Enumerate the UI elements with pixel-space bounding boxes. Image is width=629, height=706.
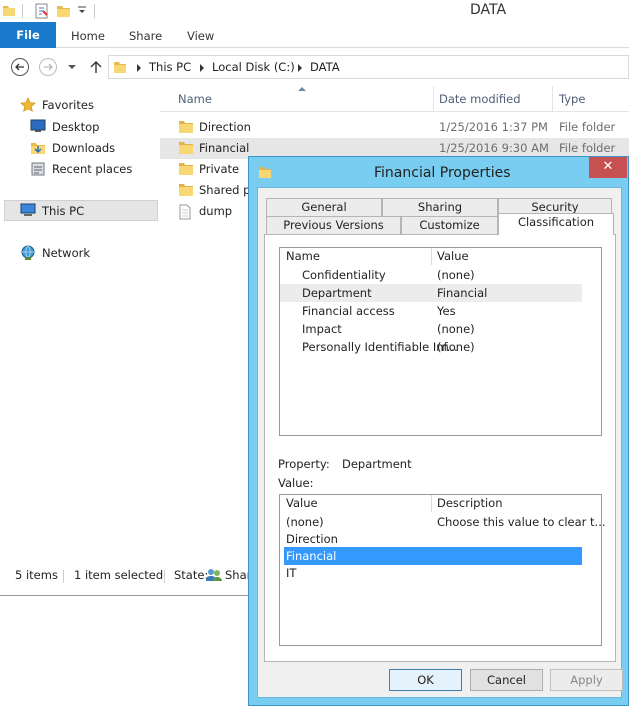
value-row[interactable]: Direction (280, 530, 582, 548)
folder-icon (178, 141, 194, 155)
column-date-modified[interactable]: Date modified (439, 92, 521, 106)
ribbon: File Home Share View (0, 22, 629, 48)
breadcrumb-this-pc[interactable]: This PC (149, 60, 191, 74)
chevron-right-icon[interactable] (136, 64, 142, 72)
breadcrumb-data[interactable]: DATA (310, 60, 340, 74)
tab-previous-versions[interactable]: Previous Versions (266, 216, 401, 234)
column-description[interactable]: Description (437, 495, 503, 512)
column-divider[interactable] (431, 495, 432, 512)
folder-icon (258, 165, 272, 179)
property-row[interactable]: Confidentiality (none) (280, 266, 582, 284)
computer-icon (20, 203, 36, 217)
sort-ascending-icon (298, 86, 306, 91)
folder-icon (113, 60, 127, 74)
property-row[interactable]: Financial access Yes (280, 302, 582, 320)
tab-customize[interactable]: Customize (401, 216, 498, 234)
tab-classification[interactable]: Classification (498, 213, 614, 235)
close-button[interactable]: ✕ (589, 157, 627, 178)
property-value: Department (342, 457, 412, 471)
column-name[interactable]: Name (178, 92, 212, 106)
file-tab[interactable]: File (0, 22, 56, 48)
properties-list[interactable]: Name Value Confidentiality (none) Depart… (279, 247, 602, 436)
property-row-selected[interactable]: Department Financial (280, 284, 582, 302)
divider (164, 570, 165, 583)
tab-home[interactable]: Home (71, 29, 105, 43)
values-list[interactable]: Value Description (none) Choose this val… (279, 494, 606, 646)
divider (94, 4, 95, 18)
tab-sharing[interactable]: Sharing (382, 198, 498, 216)
column-name[interactable]: Name (286, 248, 320, 265)
forward-button[interactable] (38, 57, 58, 77)
customize-toolbar-icon[interactable] (77, 5, 87, 15)
folder-icon (178, 162, 194, 176)
tab-view[interactable]: View (187, 29, 214, 43)
value-row[interactable]: (none) Choose this value to clear t... (280, 513, 606, 531)
property-row[interactable]: Impact (none) (280, 320, 582, 338)
title-bar: DATA (0, 0, 629, 22)
dialog-body: General Sharing Security Previous Versio… (257, 187, 623, 698)
recent-places-icon (30, 161, 46, 177)
file-row-direction[interactable]: Direction 1/25/2016 1:37 PM File folder (160, 117, 629, 138)
property-label: Property: (278, 457, 330, 471)
selection-count: 1 item selected (74, 568, 164, 582)
window-border (0, 595, 250, 596)
classification-panel: Name Value Confidentiality (none) Depart… (264, 234, 616, 662)
column-divider[interactable] (431, 248, 432, 265)
window-title: DATA (470, 2, 507, 18)
ok-button[interactable]: OK (389, 669, 462, 691)
properties-icon[interactable] (34, 3, 50, 19)
column-divider[interactable] (433, 86, 434, 112)
apply-button[interactable]: Apply (550, 669, 623, 691)
tab-share[interactable]: Share (129, 29, 162, 43)
divider (63, 570, 64, 583)
value-label: Value: (278, 476, 314, 490)
chevron-right-icon[interactable] (199, 64, 205, 72)
shared-users-icon (206, 568, 222, 582)
column-headers: Name Date modified Type (160, 86, 629, 112)
folder-icon (2, 3, 16, 17)
column-value[interactable]: Value (437, 248, 469, 265)
chevron-right-icon[interactable] (297, 64, 303, 72)
network-icon (20, 245, 36, 261)
column-divider[interactable] (552, 86, 553, 112)
property-row[interactable]: Personally Identifiable Inf... (none) (280, 338, 582, 356)
dialog-title: Financial Properties (374, 165, 511, 181)
column-value[interactable]: Value (286, 495, 318, 512)
star-icon (20, 97, 36, 113)
up-button[interactable] (88, 59, 104, 75)
folder-icon (178, 120, 194, 134)
breadcrumb-local-disk[interactable]: Local Disk (C:) (212, 60, 295, 74)
recent-locations-icon[interactable] (67, 64, 77, 72)
item-count: 5 items (15, 568, 58, 582)
navigation-pane: Favorites Desktop Downloads Recent place… (0, 86, 160, 560)
state-label: State: (174, 568, 209, 582)
tab-general[interactable]: General (266, 198, 382, 216)
value-row-selected[interactable]: Financial (284, 547, 582, 565)
file-icon (178, 204, 192, 220)
cancel-button[interactable]: Cancel (470, 669, 543, 691)
divider (22, 4, 23, 18)
value-row[interactable]: IT (280, 564, 582, 582)
address-bar[interactable]: This PC Local Disk (C:) DATA (108, 55, 629, 79)
desktop-icon (30, 119, 46, 133)
downloads-icon (30, 140, 46, 156)
back-button[interactable] (10, 57, 30, 77)
folder-icon (178, 183, 194, 197)
new-folder-icon[interactable] (56, 3, 72, 19)
column-type[interactable]: Type (559, 92, 585, 106)
properties-dialog: Financial Properties ✕ General Sharing S… (248, 156, 629, 706)
